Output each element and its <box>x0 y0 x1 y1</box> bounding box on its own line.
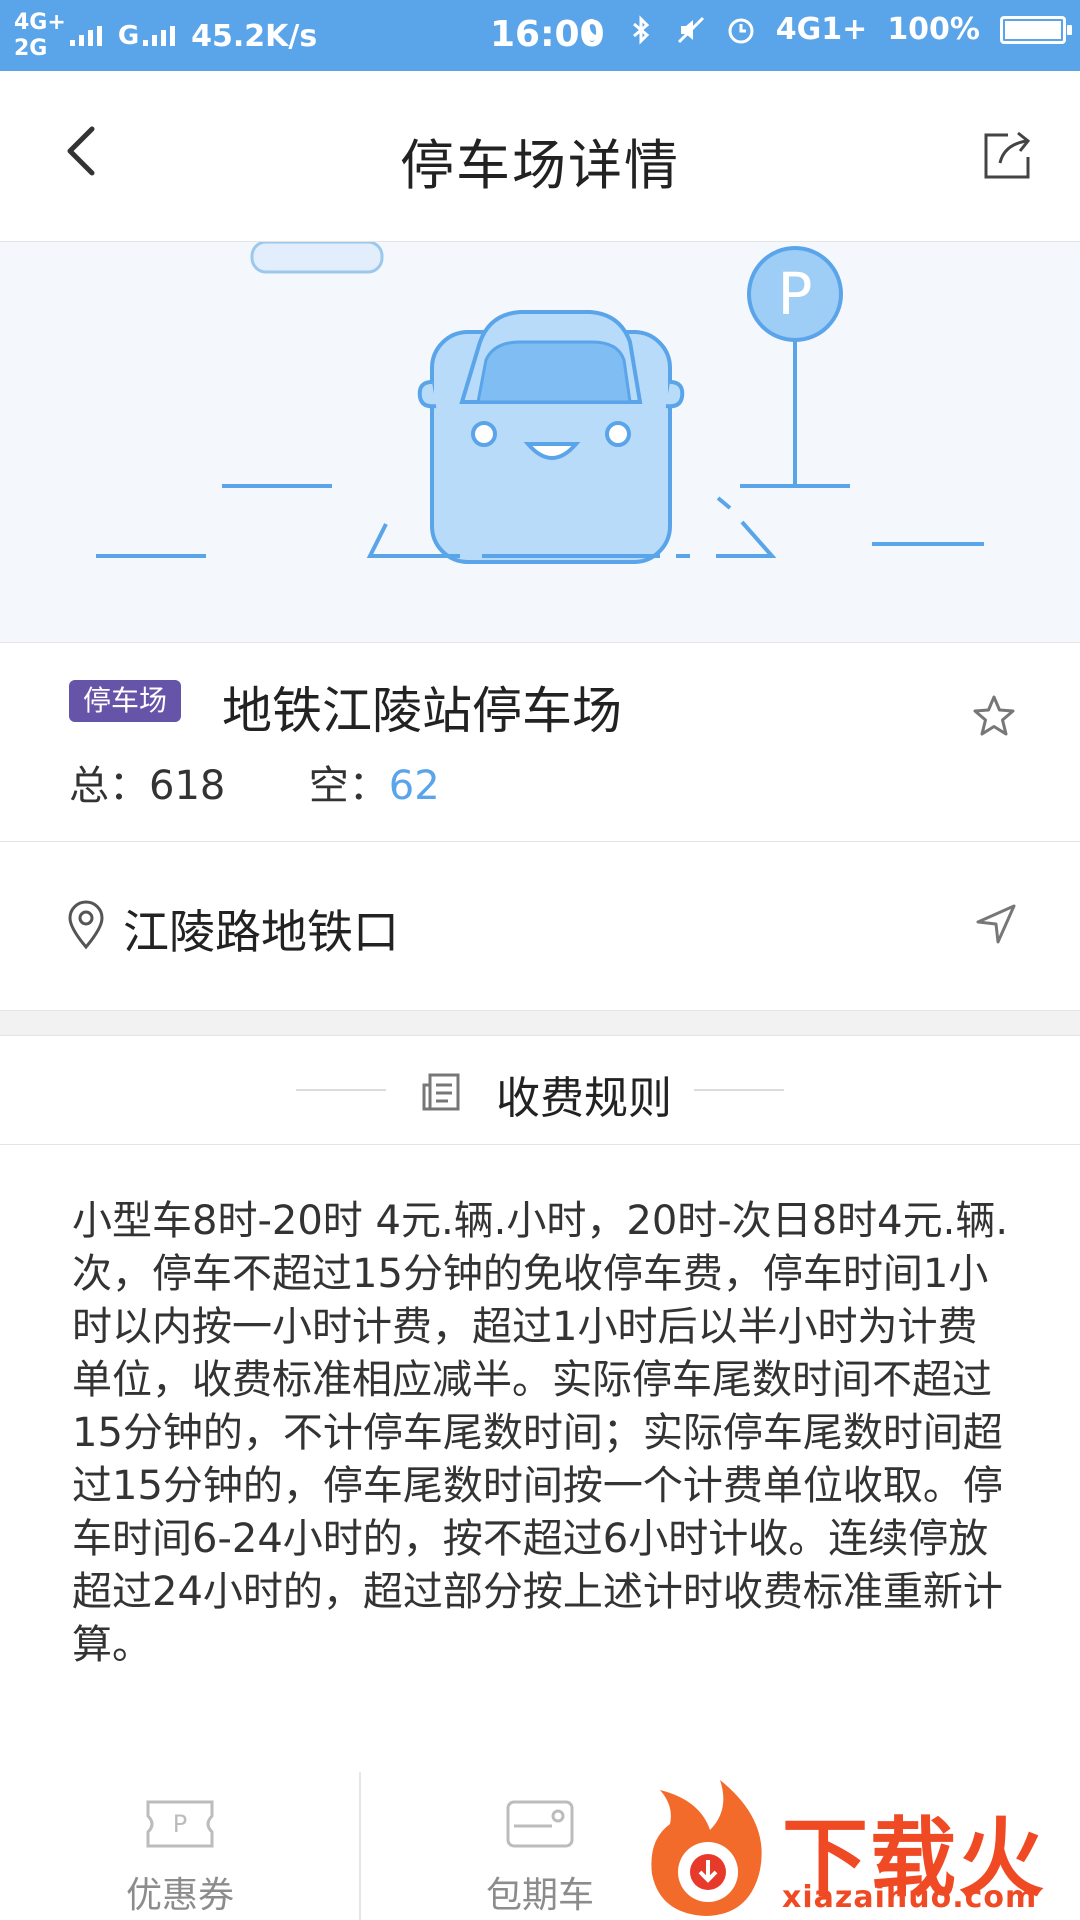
navigate-arrow-icon[interactable] <box>974 902 1018 946</box>
free-value: 62 <box>388 763 440 809</box>
status-right: 4G1+ 100% <box>576 12 1072 47</box>
lot-name: 地铁江陵站停车场 <box>222 682 622 740</box>
flame-logo-icon <box>651 1780 762 1916</box>
divider-left <box>296 1089 386 1091</box>
svg-text:P: P <box>778 260 813 328</box>
total-label: 总： <box>69 763 149 809</box>
tab-coupon-label: 优惠券 <box>125 1875 234 1916</box>
status-left: 4G+ 2G G 45.2K/s <box>14 6 317 66</box>
network-g-label: G <box>117 21 140 51</box>
signal-bars-icon <box>69 26 104 46</box>
network-4g1-label: 4G1+ <box>775 12 868 47</box>
parking-illustration: P <box>0 242 1080 643</box>
page-title: 停车场详情 <box>400 134 680 197</box>
total-value: 618 <box>149 763 226 809</box>
address-text: 江陵路地铁口 <box>123 905 399 959</box>
document-icon <box>422 1073 460 1111</box>
watermark: 下载火 xiazaihuo.com <box>640 1780 1080 1920</box>
watermark-url: xiazaihuo.com <box>782 1880 1038 1915</box>
coupon-icon: P <box>146 1800 214 1848</box>
lot-counts: 总：618 空：62 <box>69 753 440 811</box>
status-bar: 4G+ 2G G 45.2K/s 16:00 4G1+ 100% <box>0 0 1080 71</box>
free-label: 空： <box>308 763 389 809</box>
bluetooth-icon <box>632 14 650 45</box>
mute-icon <box>677 16 704 43</box>
battery-percent: 100% <box>887 12 980 47</box>
battery-icon <box>1000 15 1072 44</box>
section-gap <box>0 1011 1080 1036</box>
signal-bars-icon <box>143 26 177 46</box>
network-4g-label: 4G+ <box>14 10 66 35</box>
address-row[interactable]: 江陵路地铁口 <box>0 842 1080 1011</box>
card-icon <box>506 1800 574 1848</box>
lot-info-card: 停车场 地铁江陵站停车场 总：618 空：62 <box>0 643 1080 842</box>
lot-type-badge: 停车场 <box>69 680 182 722</box>
alarm-icon <box>728 18 754 43</box>
tab-coupon[interactable]: P 优惠券 <box>0 1772 360 1920</box>
battery-fill <box>1005 20 1061 39</box>
fee-rules-text: 小型车8时-20时 4元.辆.小时，20时-次日8时4元.辆.次，停车不超过15… <box>72 1198 1009 1668</box>
nav-bar: 停车场详情 <box>0 71 1080 242</box>
network-2g-label: 2G <box>14 36 48 61</box>
moon-icon <box>581 18 602 41</box>
divider-right <box>694 1089 784 1091</box>
favorite-star-icon[interactable] <box>970 693 1018 741</box>
network-stack: 4G+ 2G <box>14 10 66 62</box>
location-pin-icon <box>68 900 104 950</box>
car-illustration: P <box>96 242 984 564</box>
svg-text:P: P <box>173 1810 187 1838</box>
share-icon[interactable] <box>978 125 1038 185</box>
net-speed: 45.2K/s <box>191 18 318 54</box>
fee-rules-header: 收费规则 <box>0 1036 1080 1145</box>
fee-rules-title: 收费规则 <box>496 1073 672 1124</box>
